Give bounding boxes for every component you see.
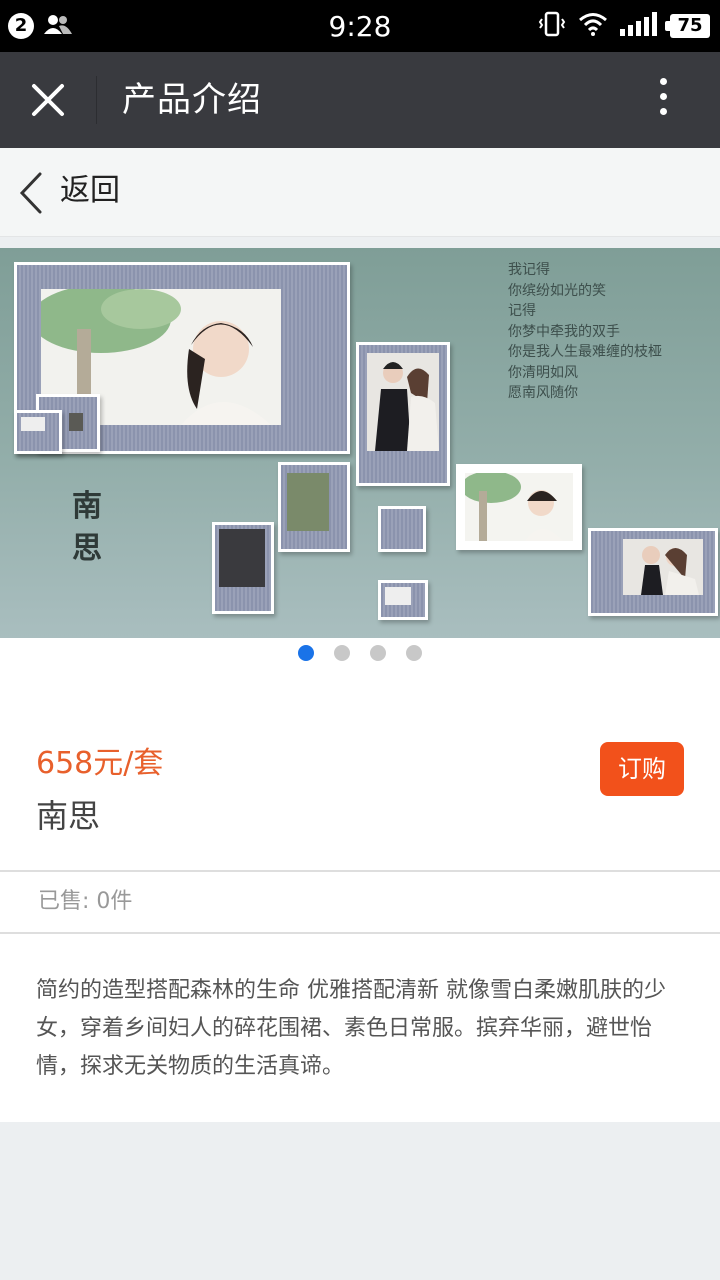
poem-line: 你是我人生最难缠的枝桠 [508,344,662,360]
order-button[interactable]: 订购 [600,742,684,796]
couple-photo [367,353,439,451]
couple-photo [21,417,45,431]
photo-frame-small [212,522,274,614]
photo-frame-small [14,410,62,454]
bride-photo [465,473,573,541]
couple-photo [385,587,411,605]
banner-poem: 我记得 你缤纷如光的笑 记得 你梦中牵我的双手 你是我人生最难缠的枝桠 你清明如… [508,260,662,404]
banner-title-char: 思 [72,531,102,566]
poem-line: 你梦中牵我的双手 [508,323,620,340]
poem-line: 愿南风随你 [508,385,578,401]
vibrate-icon [538,10,566,42]
banner-carousel[interactable]: 我记得 你缤纷如光的笑 记得 你梦中牵我的双手 你是我人生最难缠的枝桠 你清明如… [0,248,720,638]
title-bar: 产品介绍 [0,52,720,148]
carousel-dot[interactable] [334,645,350,661]
more-vertical-icon[interactable] [648,78,678,122]
back-arrow-icon[interactable] [16,170,46,220]
photo-frame-small [378,580,428,620]
couple-photo [69,413,83,431]
page-title: 产品介绍 [122,80,262,120]
carousel-dot[interactable] [370,645,386,661]
back-label[interactable]: 返回 [60,168,120,214]
divider [0,932,720,934]
photo-frame-small [278,462,350,552]
poem-line: 你缤纷如光的笑 [508,282,606,299]
divider [0,870,720,872]
poem-line: 记得 [508,303,536,319]
couple-photo [219,529,265,587]
sold-count: 已售: 0件 [38,889,133,914]
status-bar: 2 9:28 75 [0,0,720,52]
battery-icon: 75 [665,14,710,38]
poem-line: 我记得 [508,262,550,278]
photo-frame-small [378,506,426,552]
carousel-dot[interactable] [406,645,422,661]
product-name: 南思 [36,797,101,835]
product-price: 658元/套 [36,746,164,781]
banner-title: 南 思 [72,486,102,570]
title-divider [96,76,97,124]
banner-title-char: 南 [72,489,102,524]
carousel-dot[interactable] [298,645,314,661]
photo-frame-small [588,528,718,616]
couple-photo [287,473,329,531]
signal-icon [620,12,658,40]
wifi-icon [578,12,608,40]
close-icon[interactable] [28,80,68,120]
back-bar[interactable]: 返回 [0,148,720,237]
product-description: 简约的造型搭配森林的生命 优雅搭配清新 就像雪白柔嫩肌肤的少女，穿着乡间妇人的碎… [36,978,666,1079]
photo-frame-portrait [356,342,450,486]
couple-photo [623,539,703,595]
poem-line: 你清明如风 [508,364,578,381]
carousel-indicator [0,645,720,663]
photo-frame-white [456,464,582,550]
